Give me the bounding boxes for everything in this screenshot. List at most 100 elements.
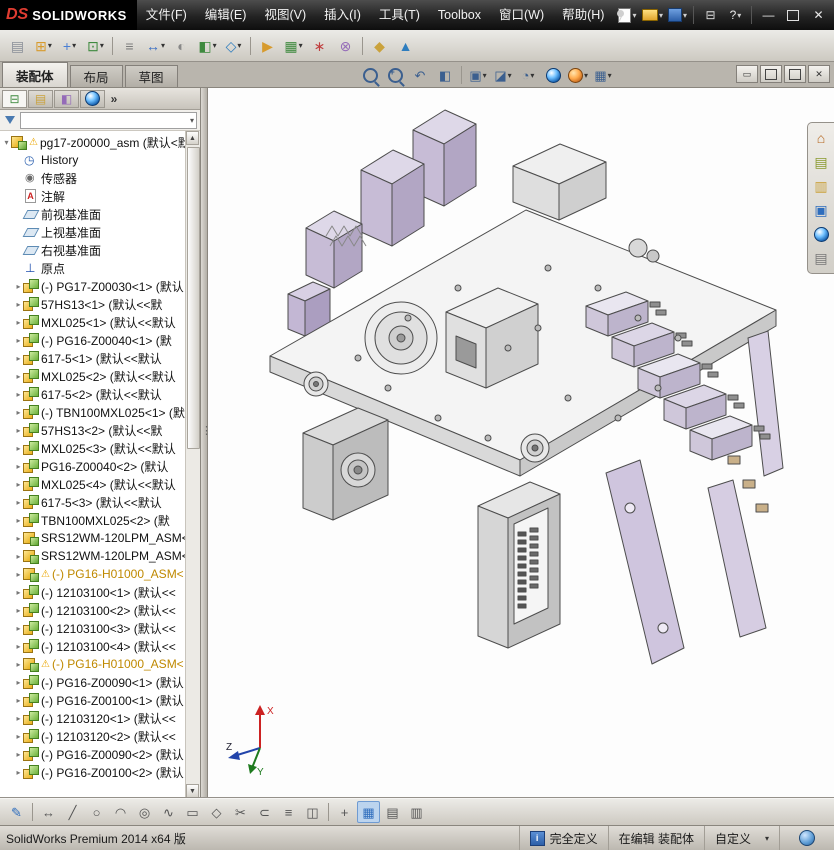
tree-item-16[interactable]: ▸ 57HS13<2> (默认<<默 [0,421,200,439]
expand-arrow-icon[interactable]: ▸ [14,444,23,453]
tree-item-27[interactable]: ▸ (-) 12103100<3> (默认<< [0,619,200,637]
smart-fasteners-icon[interactable]: ≡ [117,34,142,58]
tree-item-4[interactable]: 前视基准面 [0,205,200,223]
tree-item-23[interactable]: ▸ SRS12WM-120LPM_ASM< [0,547,200,565]
trim-entities-icon[interactable]: ✂ [229,801,252,823]
custom-properties-icon[interactable]: ▤ [810,247,832,269]
tree-item-15[interactable]: ▸ (-) TBN100MXL025<1> (默 [0,403,200,421]
appearances-icon[interactable] [810,223,832,245]
expand-arrow-icon[interactable]: ▸ [14,498,23,507]
scroll-up-icon[interactable]: ▲ [186,131,199,145]
expand-arrow-icon[interactable]: ▸ [14,606,23,615]
move-component-icon[interactable]: ↔ ▾ [143,34,168,58]
doc-tile-icon[interactable] [784,65,806,83]
convert-entities-icon[interactable]: ⊂ [253,801,276,823]
section-view-icon[interactable]: ◧ [433,64,457,86]
view-palette-icon[interactable]: ▣ [810,199,832,221]
menu-toolbox[interactable]: Toolbox [429,0,490,30]
expand-arrow-icon[interactable]: ▸ [14,624,23,633]
rectangle-icon[interactable]: ▭ [181,801,204,823]
expand-arrow-icon[interactable]: ▸ [14,480,23,489]
zoom-area-icon[interactable] [383,64,407,86]
minimize-icon[interactable]: — [756,3,780,27]
section-sketch-icon[interactable]: ▤ [381,801,404,823]
expand-arrow-icon[interactable]: ▸ [14,336,23,345]
solidworks-resources-icon[interactable]: ⌂ [810,127,832,149]
expand-arrow-icon[interactable]: ▸ [14,678,23,687]
expand-arrow-icon[interactable]: ▸ [14,300,23,309]
simulation-icon[interactable]: ▲ [393,34,418,58]
tree-item-5[interactable]: 上视基准面 [0,223,200,241]
insert-components-icon[interactable]: ⊞ ▾ [31,34,56,58]
save-icon[interactable]: ▾ [665,3,689,27]
hide-show-items-icon[interactable]: ◔ ▾ [516,64,540,86]
expand-arrow-icon[interactable]: ▸ [14,696,23,705]
assembly-features-icon[interactable]: ◧ ▾ [195,34,220,58]
tree-item-35[interactable]: ▸ (-) PG16-Z00100<2> (默认 [0,763,200,781]
menu-insert[interactable]: 插入(I) [315,0,370,30]
print-icon[interactable]: ⊟ [698,3,722,27]
tree-item-33[interactable]: ▸ (-) 12103120<2> (默认<< [0,727,200,745]
tree-item-0[interactable]: ▾ ⚠ pg17-z00000_asm (默认<默 [0,133,188,151]
doc-close-icon[interactable]: ✕ [808,65,830,83]
mate-icon[interactable]: + ▾ [57,34,82,58]
expand-arrow-icon[interactable]: ▸ [14,408,23,417]
tree-item-14[interactable]: ▸ 617-5<2> (默认<<默认 [0,385,200,403]
menu-window[interactable]: 窗口(W) [490,0,553,30]
view-orientation-icon[interactable]: ▣ ▾ [466,64,490,86]
display-style-icon[interactable]: ◪ ▾ [491,64,515,86]
expand-arrow-icon[interactable]: ▸ [14,390,23,399]
scrollbar-thumb[interactable] [187,147,200,449]
quick-snaps-icon[interactable]: + [333,801,356,823]
show-hidden-components-icon[interactable]: ◐ [169,34,194,58]
tree-item-13[interactable]: ▸ MXL025<2> (默认<<默认 [0,367,200,385]
linear-component-pattern-icon[interactable]: ⊡ ▾ [83,34,108,58]
tree-item-3[interactable]: 注解 [0,187,200,205]
doc-minimize-icon[interactable]: ▭ [736,65,758,83]
expand-arrow-icon[interactable]: ▸ [14,588,23,597]
tree-item-30[interactable]: ▸ (-) PG16-Z00090<1> (默认 [0,673,200,691]
panel-splitter[interactable] [201,88,212,798]
tree-item-28[interactable]: ▸ (-) 12103100<4> (默认<< [0,637,200,655]
table-icon[interactable]: ▥ [405,801,428,823]
smart-dimension-icon[interactable]: ↔ [37,801,60,823]
menu-view[interactable]: 视图(V) [255,0,315,30]
menu-tools[interactable]: 工具(T) [370,0,429,30]
mirror-entities-icon[interactable]: ◫ [301,801,324,823]
ellipse-icon[interactable]: ◎ [133,801,156,823]
panel-tab-overflow[interactable]: » [106,90,122,108]
expand-arrow-icon[interactable]: ▸ [14,372,23,381]
grid-icon[interactable]: ▦ [357,801,380,823]
scroll-down-icon[interactable]: ▼ [186,784,199,798]
open-icon[interactable]: ▾ [640,3,664,27]
featuremanager-tab[interactable]: ⊟ [2,89,27,108]
configurationmanager-tab[interactable]: ◧ [54,89,79,108]
tree-item-1[interactable]: History [0,151,200,169]
spline-icon[interactable]: ∿ [157,801,180,823]
apply-scene-icon[interactable]: ▾ [566,64,590,86]
tree-item-2[interactable]: 传感器 [0,169,200,187]
previous-view-icon[interactable]: ↶ [408,64,432,86]
tree-item-25[interactable]: ▸ (-) 12103100<1> (默认<< [0,583,200,601]
status-globe-segment[interactable] [779,826,834,850]
propertymanager-tab[interactable]: ▤ [28,89,53,108]
expand-arrow-icon[interactable]: ▸ [14,552,23,561]
tab-sketch[interactable]: 草图 [124,65,178,87]
expand-arrow-icon[interactable]: ▸ [14,516,23,525]
tree-item-8[interactable]: ▸ (-) PG17-Z00030<1> (默认 [0,277,200,295]
menu-help[interactable]: 帮助(H) [553,0,613,30]
menu-file[interactable]: 文件(F) [137,0,196,30]
help-icon[interactable]: ? ▾ [723,3,747,27]
tree-item-18[interactable]: ▸ PG16-Z00040<2> (默认 [0,457,200,475]
design-library-icon[interactable]: ▤ [810,151,832,173]
tab-layout[interactable]: 布局 [69,65,123,87]
expand-arrow-icon[interactable]: ▸ [14,768,23,777]
tree-item-22[interactable]: ▸ SRS12WM-120LPM_ASM< [0,529,200,547]
zoom-fit-icon[interactable] [358,64,382,86]
new-motion-study-icon[interactable]: ▶ [255,34,280,58]
reference-geometry-icon[interactable]: ◇ ▾ [221,34,246,58]
sketch-icon[interactable]: ✎ [5,801,28,823]
expand-arrow-icon[interactable]: ▸ [14,354,23,363]
restore-icon[interactable] [781,3,805,27]
circle-icon[interactable]: ○ [85,801,108,823]
